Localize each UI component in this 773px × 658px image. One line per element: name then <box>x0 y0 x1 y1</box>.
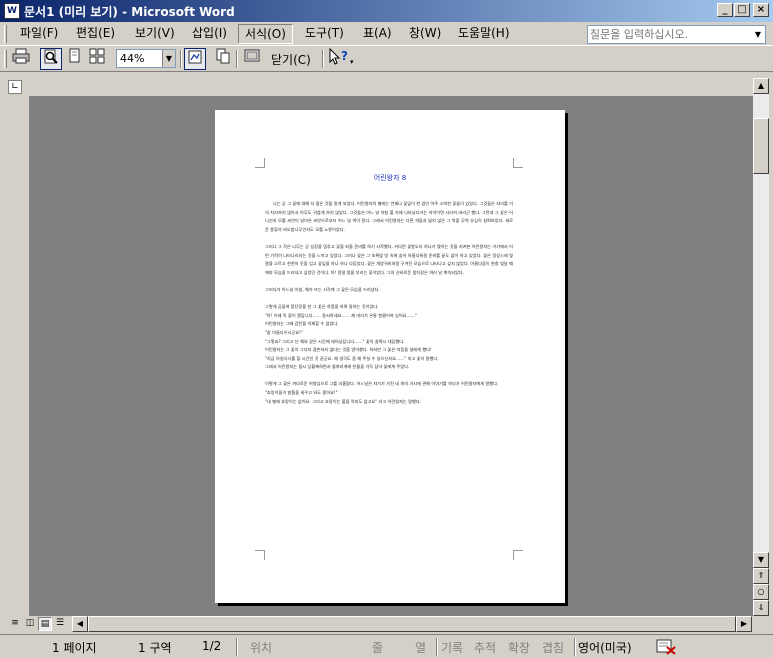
paragraph: "아! 이제 막 잠이 깼답니다…… 용서하세요…… 제 머리가 온통 헝클어져… <box>265 312 417 318</box>
toolbar-separator <box>322 50 324 68</box>
previous-page-button[interactable]: ⇑ <box>753 568 769 584</box>
paragraph: 어린왕자는 그때 감탄을 억제할 수 없었다. <box>265 321 339 327</box>
print-layout-view-icon[interactable]: ▤ <box>38 617 52 631</box>
menu-insert[interactable]: 삽입(I) <box>186 24 233 44</box>
title-bar: W 문서1 (미리 보기) - Microsoft Word _ □ × <box>0 0 773 22</box>
status-page: 1 페이지 <box>52 641 97 655</box>
menu-view[interactable]: 보기(V) <box>129 24 181 44</box>
scroll-up-button[interactable]: ▲ <box>753 78 769 94</box>
help-cursor-icon[interactable]: ? ▾ <box>327 47 357 70</box>
zoom-value: 44% <box>120 52 145 65</box>
crop-mark <box>255 158 265 168</box>
close-button[interactable]: × <box>753 3 769 17</box>
crop-mark <box>513 550 523 560</box>
document-title: 어린왕자 8 <box>373 174 407 182</box>
status-trk[interactable]: 추적 <box>474 639 496 656</box>
vertical-scroll-thumb[interactable] <box>753 118 769 174</box>
document-body: 나는 곧 그 꽃에 대해 더 많은 것을 알게 되었다. 어린왕자의 별에는 언… <box>265 200 513 406</box>
paragraph: 그렇게 공들여 몸단장을 한 그 꽃은 하품을 하며 말하는 것이었다. <box>265 304 379 310</box>
status-rec[interactable]: 기록 <box>441 639 463 656</box>
vertical-scrollbar[interactable]: ▲ ▼ ⇑ ○ ⇓ <box>753 78 769 616</box>
ask-question-box[interactable]: ▼ <box>587 25 766 44</box>
preview-workspace: 어린왕자 8 나는 곧 그 꽃에 대해 더 많은 것을 알게 되었다. 어린왕자… <box>29 96 753 616</box>
menu-help[interactable]: 도움말(H) <box>452 24 516 44</box>
paragraph: "참 아름다우시군요!" <box>265 329 303 335</box>
menu-table[interactable]: 표(A) <box>357 24 398 44</box>
paragraph: 그래서 어린왕자는 몹시 당황해하면서 물뿌리개에 찬물을 가득 담아 꽃에게 … <box>265 364 410 370</box>
outline-view-icon[interactable]: ☰ <box>53 617 67 631</box>
zoom-select[interactable]: 44% ▼ <box>116 49 176 68</box>
scroll-left-button[interactable]: ◀ <box>72 616 88 632</box>
status-separator <box>574 638 576 656</box>
minimize-button[interactable]: _ <box>717 3 733 17</box>
horizontal-scroll-thumb[interactable] <box>88 616 736 632</box>
multiple-pages-icon[interactable] <box>86 48 108 70</box>
paragraph: "그렇죠? 그리고 난 해와 같은 시간에 태어났답니다……" 꽃이 살며시 대… <box>265 338 405 344</box>
view-ruler-icon[interactable] <box>184 48 206 70</box>
tab-selector[interactable]: ∟ <box>8 80 22 94</box>
paragraph: "지금 아침식사를 할 시간인 것 같군요. 제 생각도 좀 해 주실 수 있으… <box>265 355 439 361</box>
maximize-button[interactable]: □ <box>734 3 750 17</box>
paragraph: 나는 곧 그 꽃에 대해 더 많은 것을 알게 되었다. 어린왕자의 별에는 언… <box>265 201 513 232</box>
paragraph: 그러나 그 작은 나무는 곧 성장을 멈추고 꽃을 피울 준비를 하기 시작했다… <box>265 243 513 275</box>
word-app-icon[interactable]: W <box>4 3 20 19</box>
magnifier-icon[interactable] <box>40 48 62 70</box>
paragraph: "호랑이들이 발톱을 세우고 와도 좋아요!" <box>265 390 338 396</box>
status-line: 줄 <box>372 641 384 655</box>
menu-format[interactable]: 서식(O) <box>238 24 293 44</box>
status-page-of: 1/2 <box>202 639 222 653</box>
full-screen-icon[interactable] <box>241 48 263 70</box>
print-icon[interactable] <box>10 48 32 70</box>
horizontal-bar: ≡ ◫ ▤ ☰ ◀ ▶ <box>0 616 773 633</box>
chevron-down-icon[interactable]: ▼ <box>162 50 175 67</box>
menu-window[interactable]: 창(W) <box>403 24 447 44</box>
web-layout-view-icon[interactable]: ◫ <box>23 617 37 631</box>
shrink-to-fit-icon[interactable] <box>212 48 234 70</box>
horizontal-scrollbar[interactable]: ◀ ▶ <box>72 616 752 632</box>
status-ovr[interactable]: 겹침 <box>542 639 564 656</box>
paragraph: 이렇게 그 꽃은 까다로운 허영심으로 그를 괴롭혔다. 어느날은 자기가 가진… <box>265 381 499 387</box>
select-browse-object-button[interactable]: ○ <box>753 584 769 600</box>
toolbar-grip[interactable] <box>4 50 7 68</box>
menu-grip[interactable] <box>4 25 7 43</box>
spelling-status-icon[interactable] <box>655 639 679 658</box>
close-preview-button[interactable]: 닫기(C) <box>271 51 311 68</box>
status-separator <box>236 638 238 656</box>
toolbar-separator <box>236 50 238 68</box>
document-page[interactable]: 어린왕자 8 나는 곧 그 꽃에 대해 더 많은 것을 알게 되었다. 어린왕자… <box>215 110 565 603</box>
scroll-down-button[interactable]: ▼ <box>753 552 769 568</box>
toolbar-separator <box>180 50 182 68</box>
menu-file[interactable]: 파일(F) <box>14 24 64 44</box>
svg-text:?: ? <box>341 49 348 63</box>
scroll-right-button[interactable]: ▶ <box>736 616 752 632</box>
status-section: 1 구역 <box>138 641 172 655</box>
status-ext[interactable]: 확장 <box>508 639 530 656</box>
next-page-button[interactable]: ⇓ <box>753 600 769 616</box>
status-separator <box>436 638 438 656</box>
status-column: 열 <box>415 641 427 655</box>
status-language: 영어(미국) <box>578 641 632 655</box>
crop-mark <box>513 158 523 168</box>
status-bar: 1 페이지 1 구역 1/2 위치 줄 열 기록 추적 확장 겹침 영어(미국) <box>0 634 773 658</box>
paragraph: 그러다가 어느날 아침, 해가 뜨는 시각에 그 꽃은 모습을 드러냈다. <box>265 286 380 292</box>
menu-edit[interactable]: 편집(E) <box>70 24 121 44</box>
window-title: 문서1 (미리 보기) - Microsoft Word <box>24 5 235 19</box>
menu-bar: 파일(F) 편집(E) 보기(V) 삽입(I) 서식(O) 도구(T) 표(A)… <box>0 22 773 46</box>
print-preview-toolbar: 44% ▼ 닫기(C) ? ▾ <box>0 46 773 72</box>
crop-mark <box>255 550 265 560</box>
menu-tools[interactable]: 도구(T) <box>299 24 350 44</box>
one-page-icon[interactable] <box>63 48 85 70</box>
status-position: 위치 <box>250 641 273 655</box>
normal-view-icon[interactable]: ≡ <box>8 617 22 631</box>
ask-question-input[interactable] <box>590 27 748 42</box>
paragraph: "내 별에 호랑이는 없어요. 그리고 호랑이는 풀을 먹지도 않고요" 라고 … <box>265 398 421 404</box>
svg-text:▾: ▾ <box>350 58 354 66</box>
paragraph: 어린왕자는 그 꽃이 그다지 겸손하지 않다는 것을 알아챘다. 하지만 그 꽃… <box>265 347 432 353</box>
chevron-down-icon[interactable]: ▼ <box>751 26 765 43</box>
